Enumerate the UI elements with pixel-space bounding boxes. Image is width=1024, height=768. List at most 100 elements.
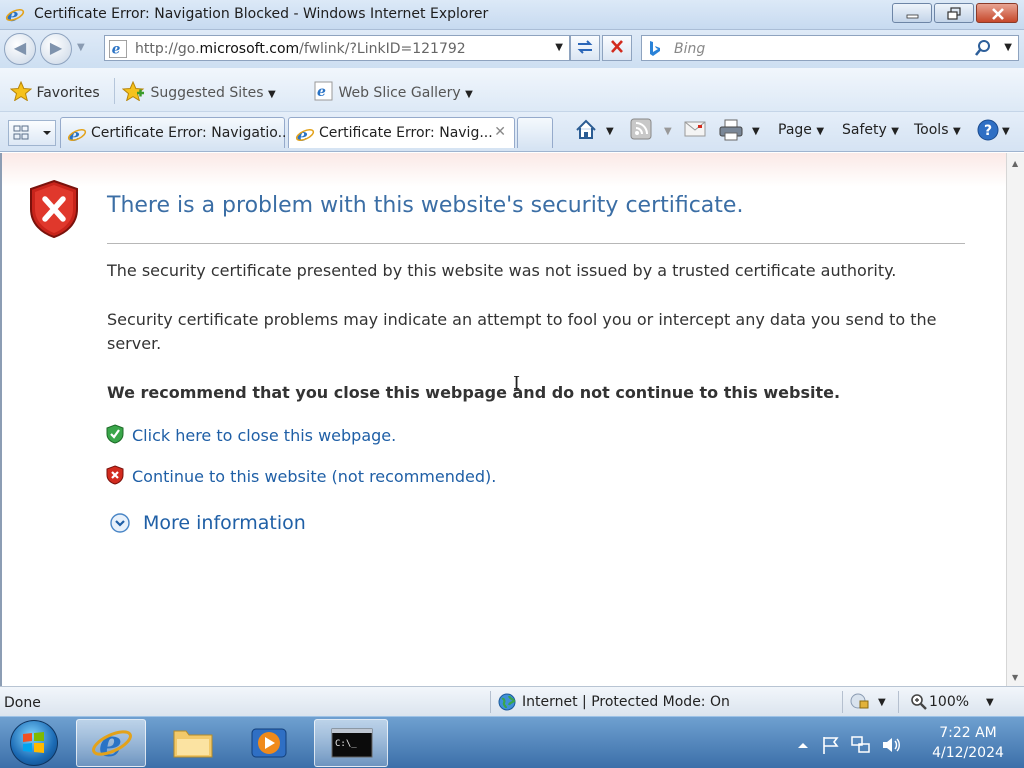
star-icon	[9, 80, 33, 102]
clock-date: 4/12/2024	[932, 745, 1004, 761]
new-tab-button[interactable]	[517, 117, 553, 148]
svg-text:C:\_: C:\_	[335, 739, 357, 749]
feeds-dropdown-icon[interactable]: ▼	[664, 126, 672, 137]
zoom-level[interactable]: 100%	[929, 694, 969, 710]
tab-certificate-error-2[interactable]: e Certificate Error: Navig... ✕	[288, 117, 515, 148]
help-dropdown-icon[interactable]: ▼	[1002, 126, 1010, 137]
page-title: There is a problem with this website's s…	[107, 193, 744, 218]
taskbar-explorer-button[interactable]	[158, 719, 228, 767]
refresh-button[interactable]	[570, 35, 600, 61]
favorites-bar: Favorites Suggested Sites ▼ e Web Slice …	[0, 68, 1024, 112]
tools-menu-dropdown-icon: ▼	[952, 126, 961, 137]
forward-button[interactable]: ▶	[40, 33, 72, 65]
expand-chevron-icon[interactable]	[110, 513, 130, 533]
web-slice-page-icon: e	[314, 81, 333, 101]
history-dropdown-icon[interactable]: ▼	[77, 42, 85, 53]
start-button[interactable]	[10, 720, 58, 766]
search-placeholder: Bing	[674, 41, 706, 57]
recommendation-text: We recommend that you close this webpage…	[107, 383, 841, 402]
tab-row: e Certificate Error: Navigatio... e Cert…	[0, 112, 1024, 152]
protected-mode-dropdown-icon[interactable]: ▼	[878, 697, 886, 708]
ie-taskbar-icon: e	[92, 723, 132, 765]
close-icon	[992, 8, 1004, 20]
scroll-up-icon[interactable]: ▲	[1012, 159, 1018, 168]
ie-window: e Certificate Error: Navigation Blocked …	[0, 0, 1024, 768]
home-icon[interactable]	[574, 118, 598, 142]
text-cursor-icon: I	[513, 373, 521, 394]
tab-ie-icon: e	[295, 126, 315, 145]
taskbar-ie-button[interactable]: e	[76, 719, 146, 767]
favorites-button[interactable]: Favorites	[9, 80, 100, 102]
network-icon[interactable]	[850, 735, 872, 755]
search-box[interactable]: Bing ▼	[641, 35, 1019, 61]
tab-certificate-error-1[interactable]: e Certificate Error: Navigatio...	[60, 117, 291, 148]
print-dropdown-icon[interactable]: ▼	[752, 126, 760, 137]
action-center-flag-icon[interactable]	[820, 735, 842, 755]
address-dropdown-icon[interactable]: ▼	[555, 42, 563, 53]
back-arrow-icon: ◀	[13, 38, 27, 57]
close-window-button[interactable]	[976, 3, 1018, 23]
ie-logo-icon: e	[5, 5, 25, 25]
feeds-icon[interactable]	[630, 118, 652, 140]
quick-tabs-button[interactable]	[8, 120, 56, 146]
stop-button[interactable]	[602, 35, 632, 61]
favorites-separator	[114, 78, 115, 104]
continue-to-website-link[interactable]: Continue to this website (not recommende…	[132, 467, 496, 486]
vertical-scrollbar[interactable]: ▲ ▼	[1006, 153, 1024, 686]
scroll-down-icon[interactable]: ▼	[1012, 673, 1018, 682]
status-divider	[898, 691, 899, 713]
page-content: There is a problem with this website's s…	[0, 153, 1006, 686]
close-webpage-link[interactable]: Click here to close this webpage.	[132, 426, 396, 445]
back-button[interactable]: ◀	[4, 33, 36, 65]
page-menu-label: Page	[778, 122, 812, 138]
home-dropdown-icon[interactable]: ▼	[606, 126, 614, 137]
tab-label: Certificate Error: Navigatio...	[91, 125, 291, 141]
title-bar: e Certificate Error: Navigation Blocked …	[0, 0, 1024, 30]
minimize-button[interactable]	[892, 3, 932, 23]
forward-arrow-icon: ▶	[49, 38, 63, 57]
show-hidden-icons-icon[interactable]	[796, 739, 810, 751]
zoom-icon[interactable]	[910, 693, 928, 711]
suggested-sites-button[interactable]: Suggested Sites ▼	[121, 80, 276, 102]
safety-menu[interactable]: Safety ▼	[842, 122, 899, 138]
page-menu[interactable]: Page ▼	[778, 122, 824, 138]
more-information-link[interactable]: More information	[143, 512, 306, 534]
address-url: http://go.microsoft.com/fwlink/?LinkID=1…	[135, 41, 466, 57]
page-ie-icon: e	[109, 40, 127, 58]
suggested-sites-dropdown-icon: ▼	[267, 89, 276, 100]
quick-tabs-icon	[13, 125, 51, 140]
folder-icon	[173, 730, 213, 758]
error-shield-icon	[30, 179, 78, 239]
web-slice-dropdown-icon: ▼	[465, 89, 473, 100]
favorites-label: Favorites	[36, 85, 100, 101]
restore-button[interactable]	[934, 3, 974, 23]
tools-menu[interactable]: Tools ▼	[914, 122, 961, 138]
minimize-icon	[906, 14, 919, 19]
tab-close-icon[interactable]: ✕	[494, 124, 506, 140]
svg-text:e: e	[112, 42, 121, 58]
system-clock[interactable]: 7:22 AM 4/12/2024	[924, 723, 1012, 763]
address-row: ◀ ▶ ▼ e http://go.microsoft.com/fwlink/?…	[0, 30, 1024, 68]
heading-divider	[107, 243, 965, 244]
search-icon[interactable]	[974, 39, 992, 57]
taskbar-media-player-button[interactable]	[234, 719, 304, 767]
address-bar[interactable]: e http://go.microsoft.com/fwlink/?LinkID…	[104, 35, 570, 61]
help-icon[interactable]: ?	[976, 118, 1000, 142]
web-slice-gallery-label: Web Slice Gallery	[338, 85, 461, 101]
window-title: Certificate Error: Navigation Blocked - …	[34, 6, 489, 22]
restore-icon	[947, 7, 961, 20]
read-mail-icon[interactable]	[684, 120, 706, 138]
protected-mode-icon[interactable]	[850, 693, 870, 711]
svg-text:?: ?	[984, 123, 992, 139]
volume-icon[interactable]	[880, 735, 902, 755]
taskbar: e C:\_ 7:22 AM 4/12/2024	[0, 716, 1024, 768]
tools-menu-label: Tools	[914, 122, 949, 138]
print-icon[interactable]	[718, 118, 744, 142]
security-warning-text: Security certificate problems may indica…	[107, 310, 937, 353]
search-dropdown-icon[interactable]: ▼	[1004, 42, 1012, 53]
taskbar-cmd-button[interactable]: C:\_	[314, 719, 388, 767]
refresh-icon	[577, 40, 593, 54]
zoom-dropdown-icon[interactable]: ▼	[986, 697, 994, 708]
web-slice-gallery-button[interactable]: e Web Slice Gallery ▼	[314, 81, 473, 101]
svg-text:e: e	[99, 723, 122, 765]
